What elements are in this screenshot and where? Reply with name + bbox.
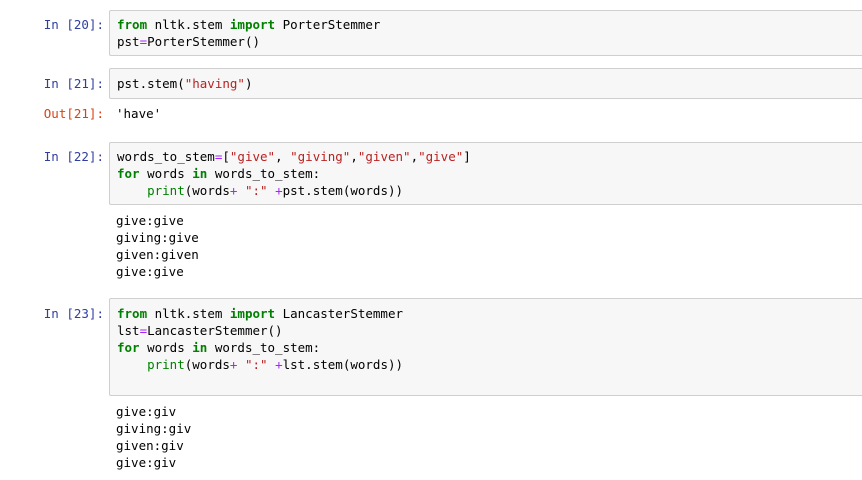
code-editor[interactable]: from nltk.stem import LancasterStemmer l… [110,299,862,373]
cell-output: give:give giving:give given:given give:g… [116,213,199,279]
code-token: "give" [229,149,276,164]
code-token: from [117,17,148,32]
code-token: words_to_stem: [207,166,321,181]
code-line: for words in words_to_stem: [117,166,320,181]
code-token: (words [184,357,230,372]
code-token: import [229,306,276,321]
input-prompt: In [20]: [43,17,104,32]
code-token: nltk.stem [147,17,230,32]
code-token: lst.stem(words)) [282,357,404,372]
code-token: + [275,357,283,372]
code-token: lst [117,323,140,338]
code-token: ) [244,76,253,91]
code-token: "given" [357,149,411,164]
code-line: from nltk.stem import LancasterStemmer [117,306,403,321]
code-input-area[interactable]: from nltk.stem import PorterStemmer pst=… [109,10,862,56]
code-token: PorterStemmer [275,17,381,32]
code-token: ":" [244,357,268,372]
cell-output: 'have' [116,106,162,121]
code-token: import [229,17,276,32]
input-prompt: In [21]: [43,76,104,91]
code-token: (words [184,183,230,198]
code-token: in [192,166,208,181]
code-token: PorterStemmer() [147,34,260,49]
code-line: lst=LancasterStemmer() [117,323,283,338]
code-token: "having" [184,76,245,91]
code-token: + [275,183,283,198]
code-input-area[interactable]: pst.stem("having") [109,68,862,99]
output-prompt: Out[21]: [43,106,104,121]
code-token: words_to_stem [117,149,215,164]
code-token: words_to_stem: [207,340,321,355]
code-editor[interactable]: pst.stem("having") [110,69,862,92]
input-prompt: In [22]: [43,149,104,164]
code-token: ] [463,149,471,164]
code-editor[interactable]: words_to_stem=["give", "giving","given",… [110,143,862,199]
code-input-area[interactable]: from nltk.stem import LancasterStemmer l… [109,298,862,396]
code-token: = [139,34,148,49]
code-token: = [139,323,148,338]
code-token: words [139,166,193,181]
code-token: in [192,340,208,355]
code-token: LancasterStemmer() [147,323,283,338]
code-token: words [139,340,193,355]
code-token: for [117,340,140,355]
code-line: print(words+ ":" +pst.stem(words)) [117,183,403,198]
code-token: pst [117,34,140,49]
code-token: for [117,166,140,181]
code-token: "give" [418,149,464,164]
code-token: , [350,149,358,164]
input-prompt: In [23]: [43,306,104,321]
code-token: pst.stem( [117,76,185,91]
code-line: pst=PorterStemmer() [117,34,260,49]
code-line: print(words+ ":" +lst.stem(words)) [117,357,403,372]
code-token: pst.stem(words)) [282,183,404,198]
cell-output: give:giv giving:giv given:giv give:giv [116,404,192,470]
code-token: print [147,357,185,372]
code-line: pst.stem("having") [117,76,252,91]
code-token: , [410,149,419,164]
code-token: from [117,306,148,321]
code-editor[interactable]: from nltk.stem import PorterStemmer pst=… [110,11,862,50]
code-line: from nltk.stem import PorterStemmer [117,17,380,32]
code-token: nltk.stem [147,306,230,321]
code-token: LancasterStemmer [275,306,403,321]
code-token: print [147,183,185,198]
code-input-area[interactable]: words_to_stem=["give", "giving","given",… [109,142,862,205]
code-token: ":" [244,183,268,198]
code-token: , [275,149,291,164]
code-token: [ [222,149,230,164]
code-token: "giving" [290,149,351,164]
code-line: words_to_stem=["give", "giving","given",… [117,149,471,164]
code-line: for words in words_to_stem: [117,340,320,355]
